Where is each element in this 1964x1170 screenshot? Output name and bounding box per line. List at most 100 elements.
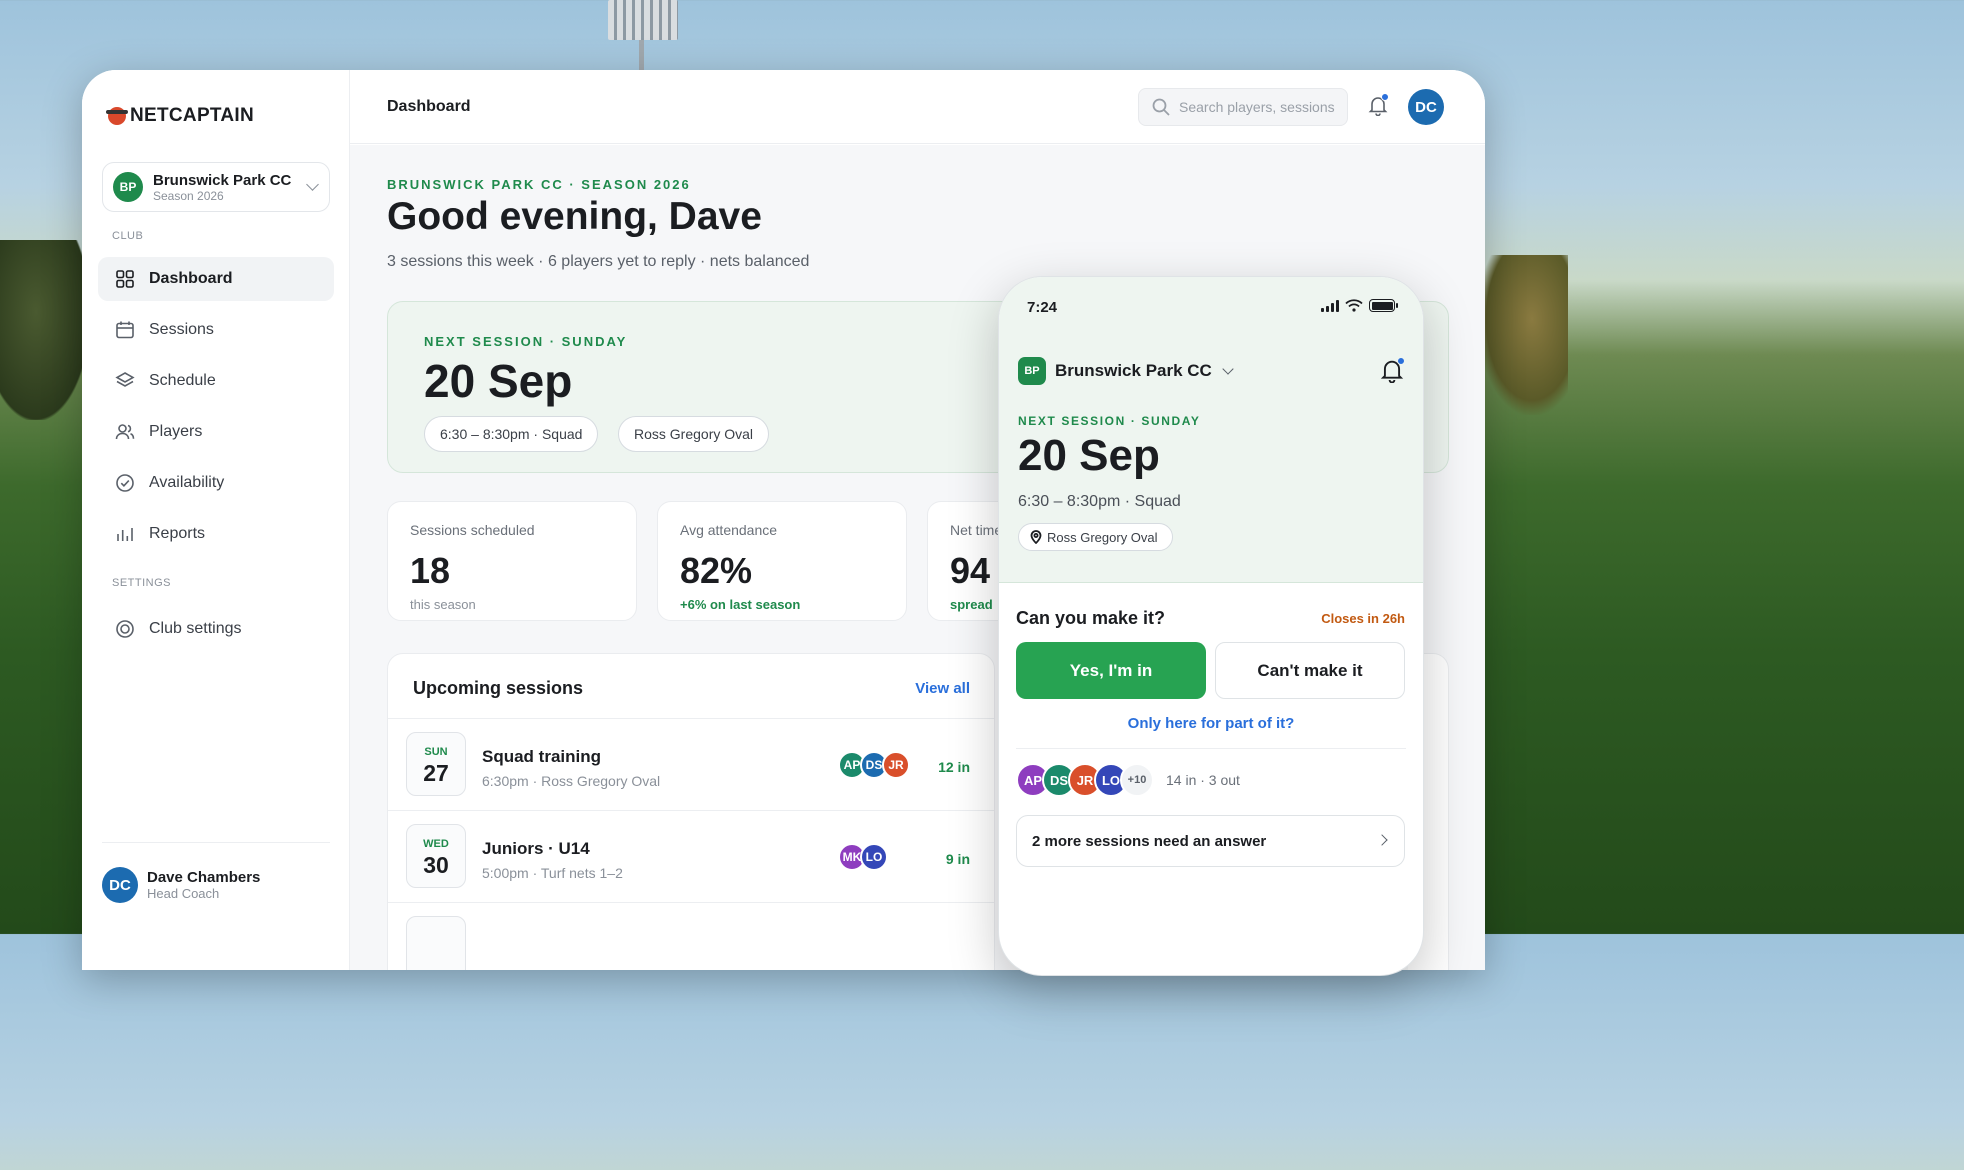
attendance-count: 9 in	[945, 851, 970, 867]
sidebar-item-availability[interactable]: Availability	[98, 461, 334, 505]
sidebar-item-label: Dashboard	[149, 270, 233, 287]
club-name: Brunswick Park CC	[1055, 361, 1212, 380]
user-profile[interactable]: DC Dave Chambers Head Coach	[102, 842, 330, 903]
list-item[interactable]	[388, 902, 994, 970]
stat-sub: this season	[410, 597, 476, 612]
calendar-icon	[114, 319, 136, 341]
stat-label: Net time	[950, 522, 1003, 538]
attendee-avatars: MK LO	[838, 843, 888, 871]
upcoming-sessions-card: Upcoming sessions View all SUN 27 Squad …	[387, 653, 995, 970]
user-role: Head Coach	[147, 886, 220, 901]
more-avatars-count: +10	[1120, 763, 1154, 797]
partial-attendance-link[interactable]: Only here for part of it?	[999, 715, 1423, 732]
phone-club-switcher[interactable]: BP Brunswick Park CC	[1018, 357, 1234, 385]
session-date-box: WED 30	[406, 824, 466, 888]
search-input[interactable]: Search players, sessions	[1138, 88, 1348, 126]
phone-notifications-button[interactable]	[1379, 357, 1405, 388]
map-pin-icon	[1030, 530, 1042, 544]
day-number: 30	[423, 852, 449, 878]
sidebar-item-label: Players	[149, 423, 203, 440]
greeting-heading: Good evening, Dave	[387, 195, 762, 238]
attendee-avatars: AP DS JR	[838, 751, 910, 779]
chevron-down-icon	[306, 178, 319, 191]
sidebar-item-players[interactable]: Players	[98, 410, 334, 454]
cricket-ball-icon	[106, 107, 128, 125]
stat-label: Avg attendance	[680, 522, 778, 538]
wifi-icon	[1345, 299, 1363, 312]
background-trees-left	[0, 240, 90, 420]
next-session-date: 20 Sep	[424, 355, 573, 407]
more-sessions-label: 2 more sessions need an answer	[1032, 832, 1267, 850]
sidebar-item-club-settings[interactable]: Club settings	[98, 607, 334, 651]
rsvp-no-button[interactable]: Can't make it	[1215, 642, 1405, 699]
chevron-down-icon	[1222, 362, 1234, 375]
notification-dot	[1381, 93, 1389, 101]
stat-value: 18	[410, 550, 451, 591]
hero-summary: 3 sessions this week · 6 players yet to …	[387, 253, 810, 270]
battery-icon	[1369, 299, 1398, 312]
section-label-settings: SETTINGS	[112, 577, 172, 589]
club-badge: BP	[113, 172, 143, 202]
phone-session-date: 20 Sep	[1018, 431, 1160, 480]
notifications-button[interactable]	[1367, 93, 1391, 118]
topbar: Dashboard Search players, sessions DC	[350, 70, 1485, 144]
list-item[interactable]: SUN 27 Squad training 6:30pm · Ross Greg…	[388, 718, 994, 810]
attendee-avatars: AP DS JR LO +10 14 in · 3 out	[1016, 763, 1240, 797]
avatar: LO	[860, 843, 888, 871]
attendance-tally: 14 in · 3 out	[1166, 772, 1240, 788]
sidebar-item-sessions[interactable]: Sessions	[98, 308, 334, 352]
search-icon	[1152, 98, 1170, 116]
club-badge: BP	[1018, 357, 1046, 385]
phone-mockup: 7:24 BP Brunswick Park CC NEXT SESSION ·…	[998, 276, 1424, 976]
club-switcher[interactable]: BP Brunswick Park CC Season 2026	[102, 162, 330, 212]
sidebar-item-label: Reports	[149, 525, 206, 542]
sidebar-item-label: Club settings	[149, 620, 242, 637]
user-name: Dave Chambers	[147, 869, 261, 886]
check-circle-icon	[114, 472, 136, 494]
stat-card-sessions: Sessions scheduled 18 this season	[387, 501, 637, 621]
sidebar: NETCAPTAIN BP Brunswick Park CC Season 2…	[82, 70, 350, 970]
phone-session-time: 6:30 – 8:30pm · Squad	[1018, 493, 1181, 510]
section-label-club: CLUB	[112, 230, 144, 242]
day-of-week: WED	[423, 838, 449, 850]
phone-clock: 7:24	[1027, 299, 1058, 316]
avatar: JR	[882, 751, 910, 779]
stat-label: Sessions scheduled	[410, 522, 535, 538]
session-date-box: SUN 27	[406, 732, 466, 796]
list-item[interactable]: WED 30 Juniors · U14 5:00pm · Turf nets …	[388, 810, 994, 902]
day-of-week: SUN	[424, 746, 448, 758]
search-placeholder: Search players, sessions	[1179, 99, 1335, 115]
session-time-pill: 6:30 – 8:30pm · Squad	[424, 416, 599, 452]
sidebar-item-reports[interactable]: Reports	[98, 512, 334, 556]
session-detail: 6:30pm · Ross Gregory Oval	[482, 773, 661, 789]
avatar: DC	[102, 867, 138, 903]
sidebar-item-dashboard[interactable]: Dashboard	[98, 257, 334, 301]
rsvp-yes-button[interactable]: Yes, I'm in	[1016, 642, 1206, 699]
settings-icon	[114, 618, 136, 640]
more-sessions-row[interactable]: 2 more sessions need an answer	[1016, 815, 1405, 867]
layers-icon	[114, 370, 136, 392]
sidebar-item-schedule[interactable]: Schedule	[98, 359, 334, 403]
sidebar-item-label: Schedule	[149, 372, 216, 389]
brand-logo[interactable]: NETCAPTAIN	[106, 105, 254, 127]
rsvp-deadline: Closes in 26h	[1321, 611, 1405, 626]
attendance-count: 12 in	[938, 759, 970, 775]
users-icon	[114, 421, 136, 443]
stat-value: 94	[950, 550, 991, 591]
stat-card-attendance: Avg attendance 82% +6% on last season	[657, 501, 907, 621]
phone-session-header: 7:24 BP Brunswick Park CC NEXT SESSION ·…	[999, 277, 1423, 583]
day-number: 27	[423, 760, 449, 786]
divider	[1016, 748, 1406, 749]
avatar[interactable]: DC	[1408, 89, 1444, 125]
bar-chart-icon	[114, 523, 136, 545]
signal-icon	[1321, 299, 1339, 312]
chevron-right-icon	[1376, 834, 1388, 846]
background-trees-right	[1478, 255, 1568, 415]
view-all-link[interactable]: View all	[915, 680, 970, 697]
upcoming-title: Upcoming sessions	[413, 678, 584, 698]
stat-value: 82%	[680, 550, 753, 591]
session-date-box	[406, 916, 466, 970]
sidebar-item-label: Sessions	[149, 321, 214, 338]
hero-eyebrow: BRUNSWICK PARK CC · SEASON 2026	[387, 177, 691, 192]
venue-pill: Ross Gregory Oval	[1018, 523, 1173, 551]
